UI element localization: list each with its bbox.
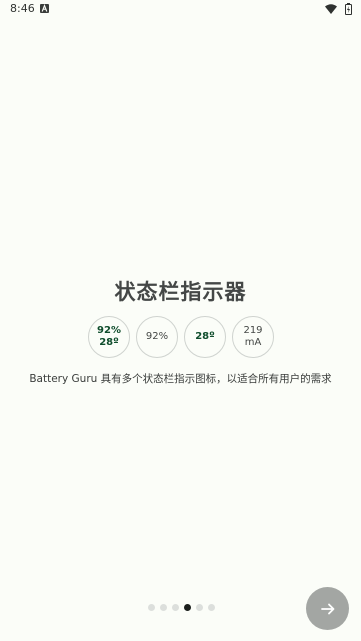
next-button[interactable] [306, 587, 349, 630]
page-title: 状态栏指示器 [114, 280, 247, 304]
indicator-percent: 92% [136, 316, 178, 358]
indicator-line-1: 92% [145, 331, 169, 342]
battery-charging-icon [345, 3, 352, 15]
indicator-temperature: 28º [184, 316, 226, 358]
status-bar: 8:46 [0, 0, 361, 22]
page-dot [196, 604, 203, 611]
page-dot [160, 604, 167, 611]
indicator-examples: 92% 28º 92% 28º 219 mA [88, 316, 276, 358]
wifi-icon [325, 4, 337, 14]
indicator-line-1: 92% [97, 325, 121, 336]
indicator-line-2: mA [244, 337, 262, 348]
arrow-right-icon [320, 603, 334, 614]
page-dot [208, 604, 215, 611]
indicator-line-2: 28º [99, 337, 119, 348]
indicator-line-1: 28º [195, 331, 215, 342]
page-indicator [148, 604, 215, 612]
page-dot-active [184, 604, 191, 611]
font-a-icon [40, 4, 49, 13]
page-description: Battery Guru 具有多个状态栏指示图标，以适合所有用户的需求 [29, 373, 332, 385]
page-dot [172, 604, 179, 611]
indicator-percent-temp: 92% 28º [88, 316, 130, 358]
indicator-line-1: 219 [243, 325, 263, 336]
indicator-current: 219 mA [232, 316, 274, 358]
page-dot [148, 604, 155, 611]
status-time: 8:46 [10, 2, 35, 15]
